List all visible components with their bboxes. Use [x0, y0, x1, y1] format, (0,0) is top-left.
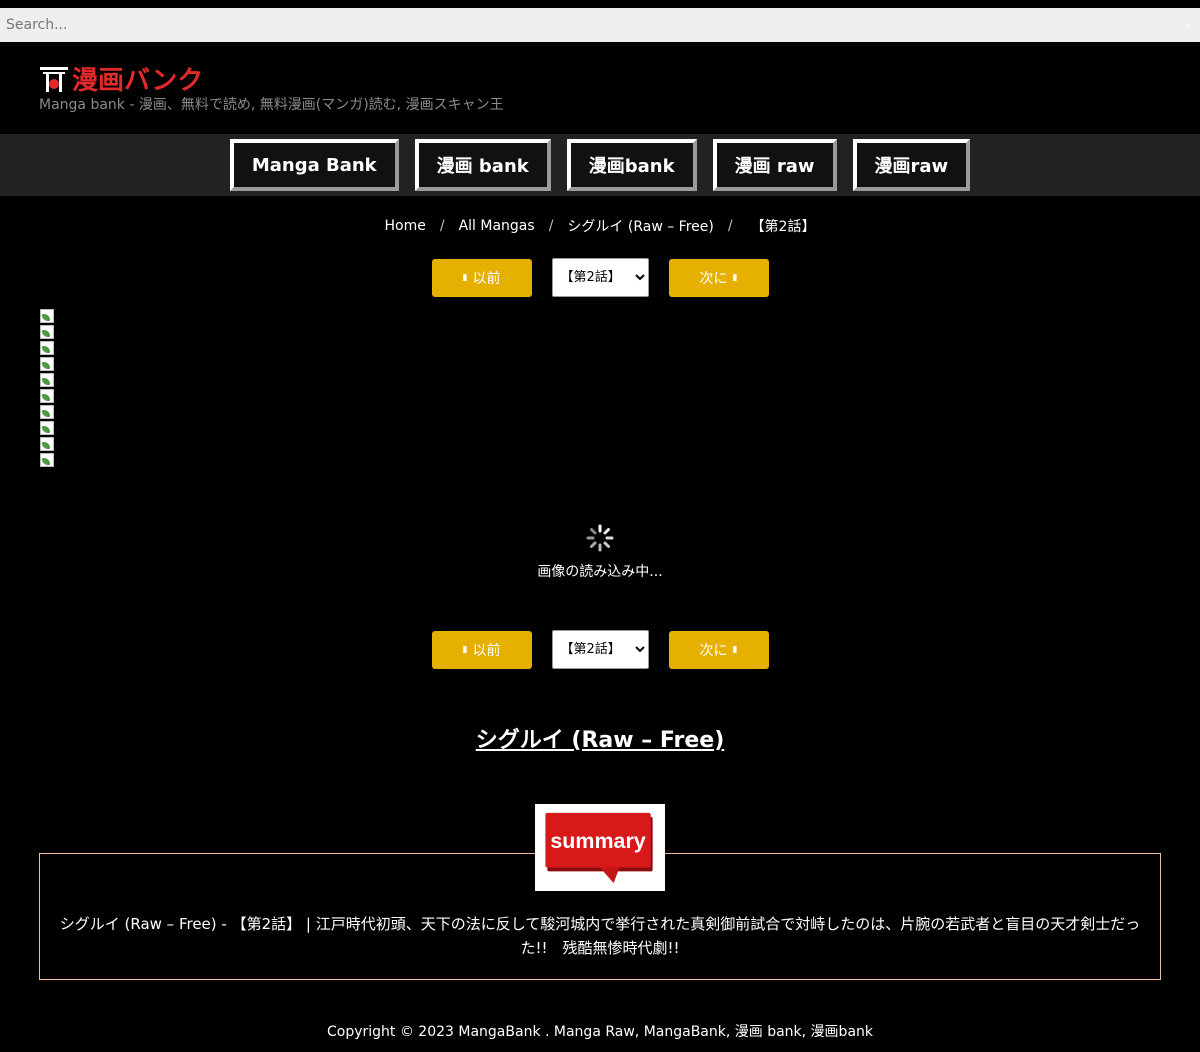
loading-spinner-icon: [586, 524, 614, 552]
site-tagline: Manga bank - 漫画、無料で読め, 無料漫画(マンガ)読む, 漫画スキ…: [39, 97, 504, 113]
loading-text: 画像の読み込み中...: [537, 564, 663, 580]
chapter-nav-top: ▮ 以前 【第2話】 次に ▮: [0, 258, 1200, 297]
arrow-right-icon: ▮: [732, 272, 738, 283]
site-logo[interactable]: 漫画バンク: [39, 60, 203, 97]
footer-copyright: Copyright © 2023 MangaBank . Manga Raw, …: [327, 1024, 873, 1040]
search-input[interactable]: [0, 8, 1176, 42]
chapter-nav-bottom: ▮ 以前 【第2話】 次に ▮: [0, 630, 1200, 669]
prev-chapter-button[interactable]: ▮ 以前: [431, 630, 532, 669]
prev-label: 以前: [472, 642, 501, 659]
next-chapter-button[interactable]: 次に ▮: [668, 258, 769, 297]
arrow-left-icon: ▮: [462, 644, 468, 655]
logo-text: 漫画バンク: [72, 66, 204, 96]
arrow-left-icon: ▮: [462, 272, 468, 283]
summary-badge-text: summary: [550, 829, 645, 853]
torii-gate-icon: [40, 66, 68, 92]
breadcrumb-separator: /: [727, 218, 733, 234]
breadcrumb-all-mangas[interactable]: All Mangas: [459, 218, 535, 234]
summary-badge-image: summary: [545, 812, 653, 883]
next-label: 次に: [699, 270, 728, 287]
broken-image-icon: [39, 389, 55, 405]
broken-image-icon: [39, 325, 55, 341]
broken-image-icon: [39, 405, 55, 421]
summary-text: シグルイ (Raw – Free) - 【第2話】 | 江戸時代初頭、天下の法に…: [59, 915, 1141, 957]
broken-image-icon: [39, 421, 55, 437]
breadcrumb-manga[interactable]: シグルイ (Raw – Free): [567, 216, 713, 236]
broken-image-icon: [39, 437, 55, 453]
manga-title-link[interactable]: シグルイ (Raw – Free): [476, 728, 725, 753]
broken-image-icon: [39, 373, 55, 389]
broken-image-icon: [39, 341, 55, 357]
broken-image-icon: [39, 453, 55, 469]
prev-chapter-button[interactable]: ▮ 以前: [431, 258, 532, 297]
prev-label: 以前: [472, 270, 501, 287]
next-chapter-button[interactable]: 次に ▮: [668, 630, 769, 669]
nav-manga-raw-jp[interactable]: 漫画 raw: [712, 139, 837, 191]
breadcrumb-home[interactable]: Home: [385, 218, 426, 234]
nav-mangabank-jp[interactable]: 漫画bank: [566, 139, 697, 191]
next-label: 次に: [699, 642, 728, 659]
summary-badge: summary: [535, 804, 665, 891]
breadcrumb-current: 【第2話】: [750, 219, 816, 235]
broken-image-icon: [39, 309, 55, 325]
breadcrumb-separator: /: [439, 218, 445, 234]
search-bar: ⌕: [0, 8, 1200, 42]
breadcrumb: Home / All Mangas / シグルイ (Raw – Free) / …: [0, 216, 1200, 236]
nav-mangaraw-jp[interactable]: 漫画raw: [852, 139, 971, 191]
site-header: 漫画バンク Manga bank - 漫画、無料で読め, 無料漫画(マンガ)読む…: [0, 42, 1200, 134]
chapter-select[interactable]: 【第2話】: [551, 258, 649, 297]
search-icon[interactable]: ⌕: [1176, 8, 1200, 42]
manga-title: シグルイ (Raw – Free): [0, 722, 1200, 754]
broken-image-icon: [39, 357, 55, 373]
nav-manga-bank-jp[interactable]: 漫画 bank: [414, 139, 551, 191]
main-nav: Manga Bank 漫画 bank 漫画bank 漫画 raw 漫画raw: [0, 134, 1200, 196]
breadcrumb-separator: /: [548, 218, 554, 234]
nav-manga-bank[interactable]: Manga Bank: [229, 139, 399, 191]
chapter-select[interactable]: 【第2話】: [551, 630, 649, 669]
manga-page-images: [39, 309, 55, 469]
arrow-right-icon: ▮: [732, 644, 738, 655]
